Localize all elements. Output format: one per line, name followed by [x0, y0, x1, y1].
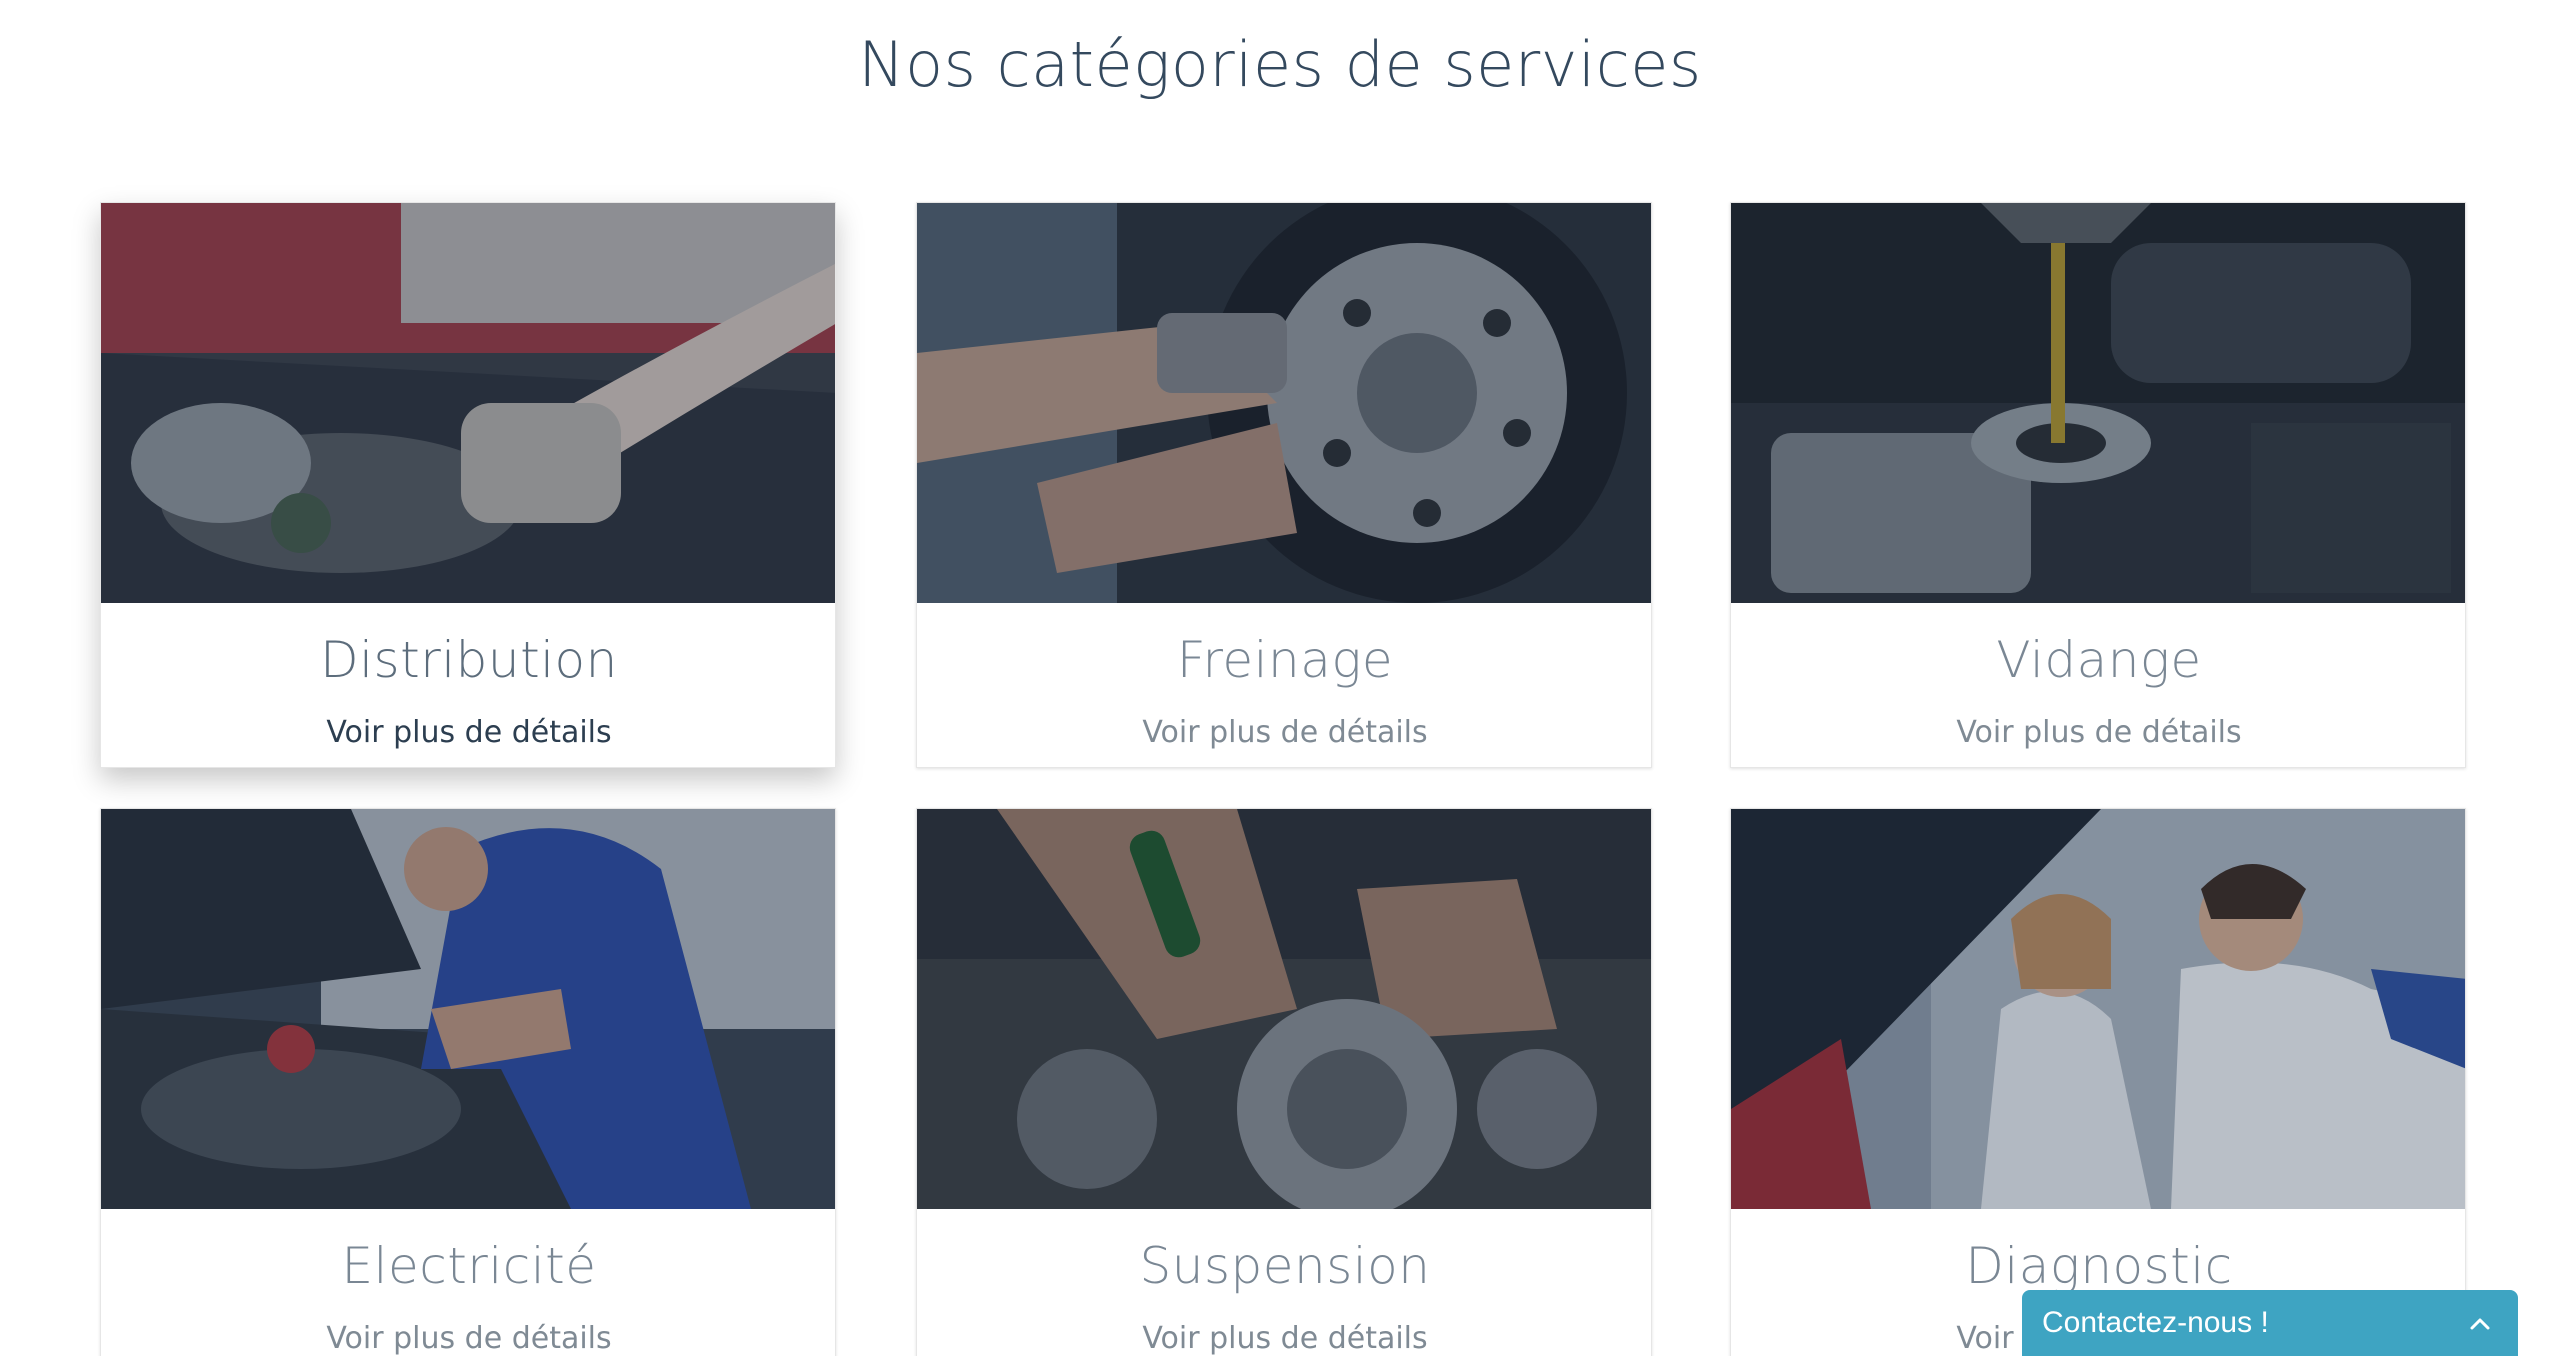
- contact-label[interactable]: Contactez-nous !: [2042, 1306, 2269, 1340]
- services-page: Nos catégories de services Distribution …: [0, 0, 2560, 1356]
- card-image-distribution[interactable]: [101, 203, 835, 603]
- service-card-diagnostic[interactable]: Diagnostic Voir plus de détails: [1730, 808, 2466, 1356]
- card-link-suspension[interactable]: Voir plus de détails: [917, 1321, 1651, 1356]
- contact-widget[interactable]: Contactez-nous !: [2022, 1290, 2518, 1356]
- card-image-electricite[interactable]: [101, 809, 835, 1209]
- card-title-distribution: Distribution: [320, 631, 618, 689]
- card-link-vidange[interactable]: Voir plus de détails: [1731, 715, 2465, 750]
- card-title-vidange: Vidange: [1996, 631, 2202, 689]
- card-link-electricite[interactable]: Voir plus de détails: [101, 1321, 835, 1356]
- service-card-freinage[interactable]: Freinage Voir plus de détails: [916, 202, 1652, 768]
- section-title: Nos catégories de services: [858, 28, 1702, 101]
- chevron-up-icon[interactable]: [2468, 1312, 2492, 1336]
- card-title-freinage: Freinage: [1176, 631, 1394, 689]
- card-title-suspension: Suspension: [1139, 1237, 1431, 1295]
- card-link-freinage[interactable]: Voir plus de détails: [917, 715, 1651, 750]
- card-title-diagnostic: Diagnostic: [1965, 1237, 2233, 1295]
- card-link-distribution[interactable]: Voir plus de détails: [101, 715, 835, 750]
- card-image-freinage[interactable]: [917, 203, 1651, 603]
- service-card-suspension[interactable]: Suspension Voir plus de détails: [916, 808, 1652, 1356]
- card-image-suspension[interactable]: [917, 809, 1651, 1209]
- service-card-electricite[interactable]: Electricité Voir plus de détails: [100, 808, 836, 1356]
- card-image-vidange[interactable]: [1731, 203, 2465, 603]
- service-card-distribution[interactable]: Distribution Voir plus de détails: [100, 202, 836, 768]
- service-card-vidange[interactable]: Vidange Voir plus de détails: [1730, 202, 2466, 768]
- card-image-diagnostic[interactable]: [1731, 809, 2465, 1209]
- card-title-electricite: Electricité: [341, 1237, 597, 1295]
